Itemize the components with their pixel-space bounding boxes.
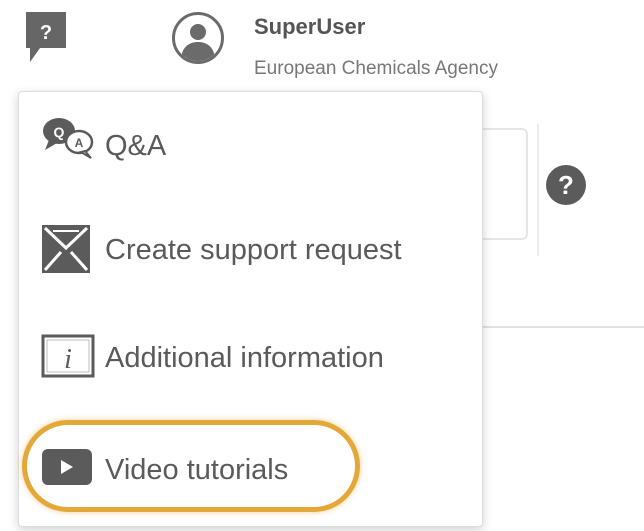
help-menu-toggle[interactable]: ? — [22, 8, 70, 68]
svg-text:Q: Q — [54, 124, 65, 140]
video-play-icon — [42, 449, 92, 485]
menu-item-create-support-request[interactable]: Create support request — [19, 200, 482, 300]
question-mark-speech-icon: ? — [26, 12, 66, 62]
user-icon — [181, 24, 215, 61]
help-dropdown-menu: Q A Q&A Create support request i Additio… — [18, 91, 483, 527]
menu-item-label: Video tutorials — [105, 454, 289, 486]
envelope-icon — [42, 225, 90, 273]
menu-item-label: Additional information — [105, 342, 384, 374]
help-icon[interactable]: ? — [546, 165, 586, 205]
menu-item-qa[interactable]: Q A Q&A — [19, 100, 482, 200]
background-input-field[interactable] — [480, 128, 528, 240]
svg-text:?: ? — [40, 22, 52, 44]
chat-bubbles-icon: Q A — [43, 118, 94, 159]
svg-text:A: A — [75, 136, 84, 150]
menu-item-additional-information[interactable]: i Additional information — [19, 308, 482, 408]
user-name: SuperUser — [254, 14, 366, 39]
svg-text:i: i — [64, 344, 72, 375]
avatar[interactable] — [172, 12, 224, 64]
menu-item-video-tutorials[interactable]: Video tutorials — [19, 418, 482, 518]
background-divider — [480, 326, 644, 328]
info-icon: i — [41, 334, 95, 378]
background-separator — [537, 124, 539, 256]
user-organisation: European Chemicals Agency — [254, 58, 498, 79]
menu-item-label: Q&A — [105, 130, 167, 162]
menu-item-label: Create support request — [105, 234, 402, 266]
